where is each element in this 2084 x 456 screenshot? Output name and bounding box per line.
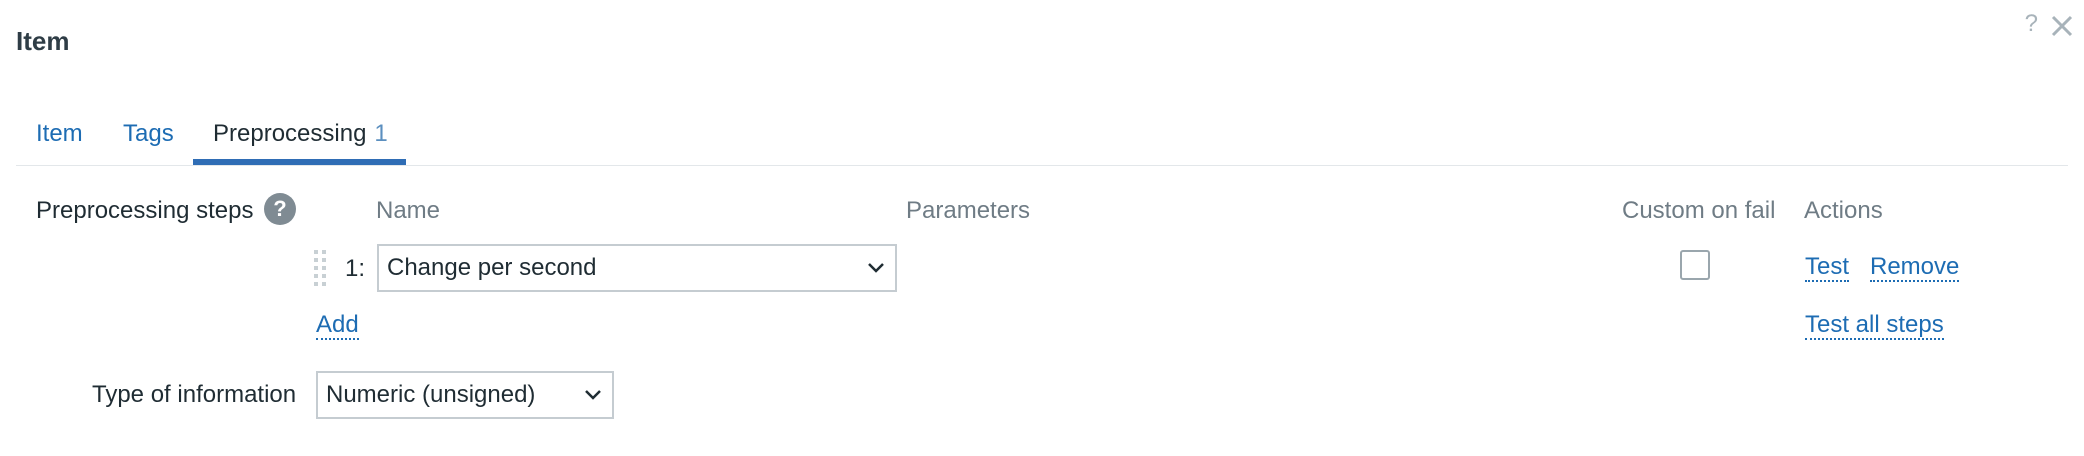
- close-icon[interactable]: [2048, 12, 2076, 40]
- column-header-actions: Actions: [1804, 197, 1883, 224]
- tab-bar: Item Tags Preprocessing 1: [16, 110, 2068, 166]
- add-step-link[interactable]: Add: [316, 311, 359, 341]
- chevron-down-icon: [585, 390, 601, 400]
- custom-on-fail-checkbox[interactable]: [1680, 250, 1710, 280]
- question-mark-icon[interactable]: ?: [2025, 12, 2038, 36]
- dialog-title: Item: [16, 26, 70, 56]
- step-type-select[interactable]: Change per second: [377, 244, 897, 292]
- tab-preprocessing[interactable]: Preprocessing 1: [213, 120, 388, 158]
- tab-preprocessing-count: 1: [374, 120, 388, 147]
- column-header-parameters: Parameters: [906, 197, 1031, 224]
- remove-step-link[interactable]: Remove: [1870, 253, 1960, 283]
- type-of-information-select[interactable]: Numeric (unsigned): [316, 371, 614, 419]
- type-of-information-value: Numeric (unsigned): [326, 381, 536, 408]
- drag-handle-icon[interactable]: [314, 250, 330, 288]
- test-all-steps-link[interactable]: Test all steps: [1805, 311, 1944, 341]
- type-of-information-label: Type of information: [92, 381, 297, 408]
- tab-item[interactable]: Item: [36, 120, 83, 158]
- column-header-name: Name: [376, 197, 441, 224]
- tab-preprocessing-label: Preprocessing: [213, 120, 367, 147]
- active-tab-indicator: [193, 159, 406, 165]
- chevron-down-icon: [868, 263, 884, 273]
- preprocessing-steps-label: Preprocessing steps: [36, 197, 254, 224]
- step-number: 1:: [345, 255, 366, 282]
- test-step-link[interactable]: Test: [1805, 253, 1850, 283]
- help-icon[interactable]: ?: [264, 193, 296, 225]
- step-type-value: Change per second: [387, 254, 597, 281]
- tab-tags[interactable]: Tags: [123, 120, 174, 158]
- column-header-custom-on-fail: Custom on fail: [1622, 197, 1776, 224]
